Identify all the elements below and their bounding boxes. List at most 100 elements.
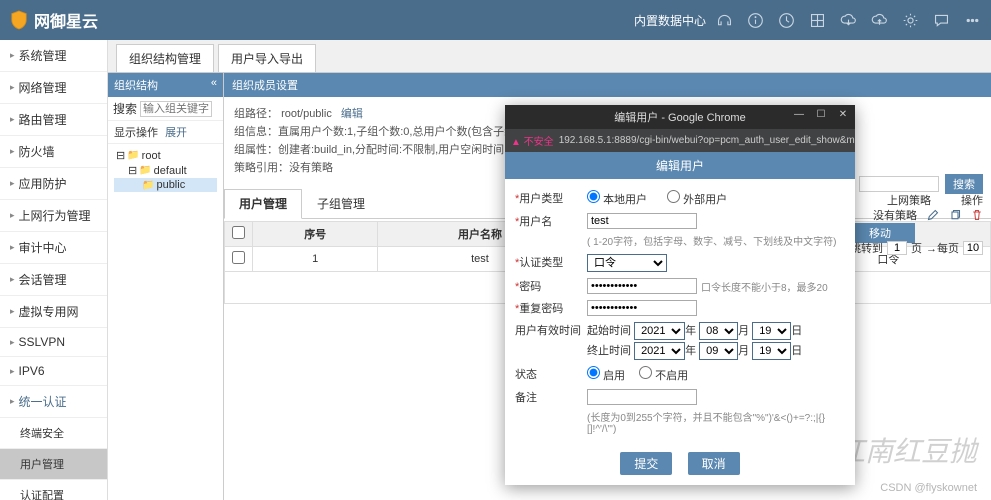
pager-page-input[interactable] (887, 241, 907, 255)
chat-icon[interactable] (933, 12, 950, 29)
hint-remark: (长度为0到255个字符，并且不能包含"%")'&<()+=?:;|{}[]!^… (587, 409, 845, 435)
grid-icon[interactable] (809, 12, 826, 29)
chrome-max-icon[interactable]: ☐ (811, 107, 831, 121)
chevron-icon: ▸ (10, 274, 15, 285)
top-header: 网御星云 内置数据中心 (0, 0, 991, 40)
folder-icon: 📁 (127, 150, 139, 161)
lbl-user-type: 用户类型 (519, 193, 563, 205)
logo: 网御星云 (10, 8, 98, 32)
subtab-user-mgmt[interactable]: 用户管理 (224, 189, 302, 219)
tree-node-public[interactable]: 📁public (114, 178, 217, 192)
sidebar-item-sslvpn[interactable]: ▸ SSLVPN (0, 328, 107, 357)
delete-icon[interactable] (971, 209, 983, 221)
tree-node-label: public (156, 179, 185, 191)
submit-button[interactable]: 提交 (620, 452, 672, 475)
tree-expand-link[interactable]: 展开 (165, 127, 187, 139)
sidebar-item-label: 审计中心 (19, 239, 67, 256)
sel-start-month[interactable]: 08 (699, 322, 738, 340)
sel-end-year[interactable]: 2021 (634, 342, 685, 360)
tree-expand-icon[interactable]: ⊟ (128, 164, 137, 177)
sidebar-item-system-mgmt[interactable]: ▸系统管理 (0, 40, 107, 72)
edit-icon[interactable] (927, 209, 939, 221)
sel-start-year[interactable]: 2021 (634, 322, 685, 340)
sidebar-item-label: 网络管理 (19, 79, 67, 96)
sidebar-item-user-mgmt[interactable]: 用户管理 (0, 449, 107, 480)
radio-enable[interactable]: 启用 (587, 366, 625, 383)
tree-nodes: ⊟📁root⊟📁default📁public (108, 144, 223, 196)
sidebar-item-internet-behavior[interactable]: ▸上网行为管理 (0, 200, 107, 232)
edit-user-window: 编辑用户 - Google Chrome — ☐ ✕ ▲ 不安全 192.168… (505, 105, 855, 485)
tree-node-root[interactable]: ⊟📁root (114, 148, 217, 163)
row-extra: 没有策略 (873, 207, 983, 223)
radio-disable[interactable]: 不启用 (639, 366, 688, 383)
chevron-icon: ▸ (10, 82, 15, 93)
headset-icon[interactable] (716, 12, 733, 29)
input-remark[interactable] (587, 389, 697, 405)
radio-external-user[interactable]: 外部用户 (667, 190, 727, 207)
sel-end-month[interactable]: 09 (699, 342, 738, 360)
select-auth-type[interactable]: 口令 (587, 254, 667, 272)
input-password[interactable] (587, 278, 697, 294)
sidebar-item-vpn[interactable]: ▸虚拟专用网 (0, 296, 107, 328)
sidebar-item-audit[interactable]: ▸审计中心 (0, 232, 107, 264)
sidebar-item-unified-auth[interactable]: ▸统一认证 (0, 386, 107, 418)
gear-icon[interactable] (902, 12, 919, 29)
chevron-icon: ▸ (10, 366, 15, 377)
sidebar-item-label: 防火墙 (19, 143, 55, 160)
sidebar-item-route-mgmt[interactable]: ▸路由管理 (0, 104, 107, 136)
dialog-body: *用户类型 本地用户 外部用户 *用户名 ( 1-20字符，包括字母、数字、减号… (505, 179, 855, 446)
tree-search-label: 搜索 (113, 100, 137, 117)
cell-policy: 没有策略 (873, 207, 917, 223)
input-password2[interactable] (587, 300, 697, 316)
search-button[interactable]: 搜索 (945, 174, 983, 194)
tree-actions: 显示操作 展开 (108, 121, 223, 144)
chevron-icon: ▸ (10, 337, 15, 348)
sidebar-item-label: SSLVPN (19, 335, 65, 349)
tab-org-structure[interactable]: 组织结构管理 (116, 44, 214, 72)
input-user-name[interactable] (587, 213, 697, 229)
chevron-icon: ▸ (10, 396, 15, 407)
chevron-icon: ▸ (10, 146, 15, 157)
tree-node-default[interactable]: ⊟📁default (114, 163, 217, 178)
dots-icon[interactable] (964, 12, 981, 29)
clock-icon[interactable] (778, 12, 795, 29)
chevron-icon: ▸ (10, 114, 15, 125)
chrome-close-icon[interactable]: ✕ (833, 107, 853, 121)
name-filter-input[interactable] (859, 176, 939, 192)
select-all-checkbox[interactable] (232, 226, 245, 239)
data-center-link[interactable]: 内置数据中心 (634, 12, 706, 29)
sidebar-item-ipv6[interactable]: ▸IPV6 (0, 357, 107, 386)
path-edit-link[interactable]: 编辑 (341, 108, 363, 120)
tree-search-input[interactable] (140, 101, 212, 117)
cancel-button[interactable]: 取消 (688, 452, 740, 475)
sidebar-item-endpoint[interactable]: 终端安全 (0, 418, 107, 449)
org-tree-panel: 组织结构 « 搜索 显示操作 展开 ⊟📁root⊟📁default📁public (108, 73, 224, 500)
sidebar-item-auth-config[interactable]: 认证配置 (0, 480, 107, 500)
pager-per-label: →每页 (926, 240, 959, 256)
sidebar-item-session[interactable]: ▸ 会话管理 (0, 264, 107, 296)
sidebar-item-app-protect[interactable]: ▸应用防护 (0, 168, 107, 200)
cloud-down-icon[interactable] (840, 12, 857, 29)
sel-start-day[interactable]: 19 (752, 322, 791, 340)
lbl-status: 状态 (515, 369, 537, 381)
sidebar-item-network-mgmt[interactable]: ▸ 网络管理 (0, 72, 107, 104)
info-icon[interactable] (747, 12, 764, 29)
radio-local-user[interactable]: 本地用户 (587, 190, 647, 207)
tree-collapse-icon[interactable]: « (211, 77, 217, 93)
tab-import-export[interactable]: 用户导入导出 (218, 44, 316, 72)
cloud-up-icon[interactable] (871, 12, 888, 29)
sel-end-day[interactable]: 19 (752, 342, 791, 360)
cell-seq: 1 (253, 247, 378, 272)
tree-expand-icon[interactable]: ⊟ (116, 149, 125, 162)
chrome-min-icon[interactable]: — (789, 107, 809, 121)
sidebar-item-label: 会话管理 (19, 271, 67, 288)
logo-text: 网御星云 (34, 8, 98, 32)
row-checkbox[interactable] (232, 251, 245, 264)
lbl-user-name: 用户名 (519, 216, 552, 228)
chrome-url-bar: ▲ 不安全 192.168.5.1:8889/cgi-bin/webui?op=… (505, 129, 855, 152)
copy-icon[interactable] (949, 209, 961, 221)
subtab-subgroup-mgmt[interactable]: 子组管理 (302, 189, 380, 218)
sidebar-item-firewall[interactable]: ▸ 防火墙 (0, 136, 107, 168)
pager-per-input[interactable] (963, 241, 983, 255)
sidebar-item-label: 虚拟专用网 (19, 303, 79, 320)
